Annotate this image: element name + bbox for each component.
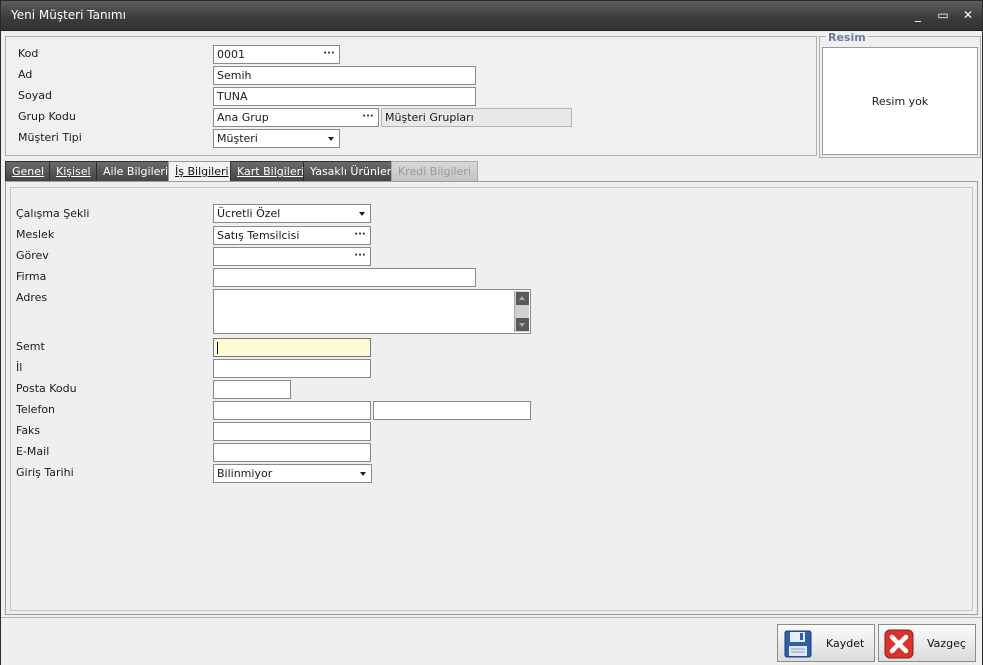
telefon-label: Telefon [16, 403, 56, 416]
calisma-sekli-value: Ücretli Özel [217, 207, 281, 220]
telefon-field-1[interactable] [213, 401, 371, 420]
giris-tarihi-label: Giriş Tarihi [16, 466, 74, 479]
ad-field[interactable]: Semih [213, 66, 476, 85]
tab-kisisel-label: Kişisel [56, 165, 91, 178]
telefon-field-2[interactable] [373, 401, 531, 420]
minimize-button[interactable]: _ [909, 7, 927, 23]
resim-image-box[interactable]: Resim yok [822, 47, 978, 155]
is-bilgileri-page: Çalışma Şekli Ücretli Özel Meslek Satış … [5, 181, 978, 615]
soyad-label: Soyad [18, 89, 52, 102]
scroll-down-icon[interactable] [516, 318, 529, 331]
giris-tarihi-value: Bilinmiyor [217, 467, 273, 480]
soyad-value: TUNA [217, 90, 248, 103]
resim-placeholder: Resim yok [871, 95, 929, 108]
tab-kart-bilgileri-label: Kart Bilgileri [237, 165, 305, 178]
meslek-field[interactable]: Satış Temsilcisi ··· [213, 226, 371, 245]
meslek-label: Meslek [16, 228, 55, 241]
tab-kredi-bilgileri: Kredi Bilgileri [391, 161, 478, 181]
tab-is-bilgileri-label: İş Bilgileri [175, 165, 229, 178]
posta-kodu-field[interactable] [213, 380, 291, 399]
faks-label: Faks [16, 424, 41, 437]
email-field[interactable] [213, 443, 371, 462]
grup-kodu-lookup-button[interactable]: ··· [360, 110, 376, 125]
cancel-button[interactable]: Vazgeç [878, 624, 976, 662]
tab-genel-label: Genel [12, 165, 45, 178]
ad-value: Semih [217, 69, 252, 82]
cancel-x-icon [884, 629, 914, 659]
tab-kredi-bilgileri-label: Kredi Bilgileri [398, 165, 471, 178]
save-button[interactable]: Kaydet [777, 624, 875, 662]
resim-group: Resim Resim yok [819, 31, 981, 158]
adres-textarea[interactable] [213, 289, 531, 334]
floppy-disk-icon [784, 630, 812, 658]
kod-label: Kod [18, 47, 39, 60]
tab-aile-bilgileri[interactable]: Aile Bilgileri [96, 161, 176, 181]
calisma-sekli-label: Çalışma Şekli [16, 207, 90, 220]
tab-aile-bilgileri-label: Aile Bilgileri [103, 165, 169, 178]
musteri-tipi-select[interactable]: Müşteri [213, 129, 340, 148]
il-field[interactable] [213, 359, 371, 378]
tab-genel[interactable]: Genel [5, 161, 52, 181]
save-button-label: Kaydet [826, 637, 865, 650]
grup-kodu-value: Ana Grup [217, 111, 269, 124]
musteri-tipi-label: Müşteri Tipi [18, 131, 82, 144]
musteri-tipi-value: Müşteri [217, 132, 258, 145]
kod-field[interactable]: 0001 ··· [213, 45, 340, 64]
grup-kodu-desc-value: Müşteri Grupları [385, 111, 474, 124]
gorev-lookup-button[interactable]: ··· [352, 249, 368, 264]
tab-yasakli-urunler[interactable]: Yasaklı Ürünler [303, 161, 399, 181]
tab-yasakli-urunler-label: Yasaklı Ürünler [310, 165, 392, 178]
faks-field[interactable] [213, 422, 371, 441]
is-bilgileri-content: Çalışma Şekli Ücretli Özel Meslek Satış … [10, 187, 973, 611]
gorev-label: Görev [16, 249, 49, 262]
close-button[interactable]: ✕ [959, 7, 977, 23]
maximize-button[interactable]: ▭ [934, 7, 952, 23]
adres-scrollbar[interactable] [514, 291, 529, 332]
adres-label: Adres [16, 291, 48, 304]
firma-field[interactable] [213, 268, 476, 287]
calisma-sekli-select[interactable]: Ücretli Özel [213, 204, 371, 223]
grup-kodu-label: Grup Kodu [18, 110, 76, 123]
window-title: Yeni Müşteri Tanımı [11, 8, 126, 22]
meslek-lookup-button[interactable]: ··· [352, 228, 368, 243]
ad-label: Ad [18, 68, 33, 81]
gorev-field[interactable]: ··· [213, 247, 371, 266]
email-label: E-Mail [16, 445, 50, 458]
meslek-value: Satış Temsilcisi [217, 229, 300, 242]
tab-kart-bilgileri[interactable]: Kart Bilgileri [230, 161, 312, 181]
footer-bar: Kaydet Vazgeç [1, 617, 982, 665]
kod-value: 0001 [217, 48, 245, 61]
customer-definition-window: Yeni Müşteri Tanımı _ ▭ ✕ Kod 0001 ··· A… [0, 0, 983, 665]
chevron-down-icon[interactable] [355, 206, 369, 221]
giris-tarihi-select[interactable]: Bilinmiyor [213, 464, 372, 483]
semt-field[interactable] [213, 338, 371, 357]
title-bar[interactable]: Yeni Müşteri Tanımı _ ▭ ✕ [1, 1, 982, 31]
scroll-up-icon[interactable] [516, 292, 529, 305]
chevron-down-icon[interactable] [356, 466, 370, 481]
il-label: İl [16, 361, 23, 374]
text-caret [217, 342, 218, 354]
kod-lookup-button[interactable]: ··· [321, 47, 337, 62]
header-panel: Kod 0001 ··· Ad Semih Soyad TUNA Grup Ko… [5, 36, 817, 156]
semt-label: Semt [16, 340, 45, 353]
resim-legend: Resim [826, 31, 868, 44]
cancel-button-label: Vazgeç [927, 637, 966, 650]
posta-kodu-label: Posta Kodu [16, 382, 77, 395]
firma-label: Firma [16, 270, 47, 283]
grup-kodu-field[interactable]: Ana Grup ··· [213, 108, 379, 127]
tab-kisisel[interactable]: Kişisel [49, 161, 98, 181]
grup-kodu-description: Müşteri Grupları [381, 108, 572, 127]
soyad-field[interactable]: TUNA [213, 87, 476, 106]
chevron-down-icon[interactable] [324, 131, 338, 146]
tab-is-bilgileri[interactable]: İş Bilgileri [168, 161, 236, 182]
